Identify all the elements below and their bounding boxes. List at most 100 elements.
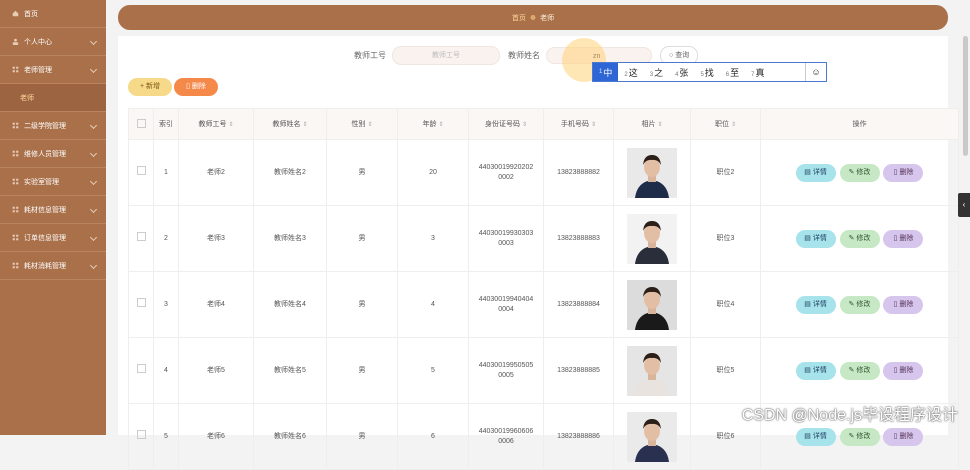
detail-button[interactable]: ▤ 详情 <box>795 163 836 182</box>
sidebar-subitem-teacher[interactable]: 老师 <box>0 84 106 112</box>
teacher-photo <box>627 279 677 330</box>
cell-teacher-no: 老师6 <box>178 403 254 470</box>
col-header[interactable]: 性别 ⇕ <box>326 108 398 140</box>
cell-teacher-no: 老师5 <box>178 337 254 404</box>
ime-candidate[interactable]: 1中 <box>593 63 619 81</box>
cell-index: 5 <box>153 403 179 470</box>
cell-id-number: 44030019950505 0005 <box>468 337 544 404</box>
chevron-down-icon <box>89 149 98 158</box>
cell-teacher-no: 老师3 <box>178 205 254 272</box>
cell-age: 3 <box>397 205 469 272</box>
ime-candidate[interactable]: 6至 <box>720 66 745 79</box>
cell-sex: 男 <box>326 205 398 272</box>
add-button[interactable]: + 新增 <box>128 78 172 96</box>
sort-icon: ⇕ <box>730 122 737 128</box>
cell-sex: 男 <box>326 139 398 206</box>
teacher-photo <box>627 411 677 462</box>
sidebar-item-profile[interactable]: 个人中心 <box>0 28 106 56</box>
edit-icon: ✎ <box>848 234 855 242</box>
cell-id-number: 44030019940404 0004 <box>468 271 544 338</box>
row-checkbox[interactable] <box>128 139 154 206</box>
sidebar-item-college[interactable]: 二级学院管理 <box>0 112 106 140</box>
cell-index: 3 <box>153 271 179 338</box>
cell-position: 职位2 <box>690 139 761 206</box>
sort-icon: ⇕ <box>302 122 308 128</box>
delete-button[interactable]: ▯ 删除 <box>883 427 924 446</box>
ime-candidate[interactable]: 5找 <box>694 66 719 79</box>
edit-icon: ✎ <box>848 432 855 440</box>
sidebar-item-lab[interactable]: 实验室管理 <box>0 168 106 196</box>
table-row: 1 老师2 教师姓名2 男 20 44030019920202 0002 1382… <box>128 139 959 206</box>
col-header[interactable]: 职位 ⇕ <box>690 108 761 140</box>
cell-phone: 13823888882 <box>543 139 614 206</box>
detail-button[interactable]: ▤ 详情 <box>795 295 836 314</box>
delete-button[interactable]: ▯ 删除 <box>883 229 924 248</box>
sidebar-item-consumable[interactable]: 耗材信息管理 <box>0 196 106 224</box>
sidebar-item-home[interactable]: 首页 <box>0 0 106 28</box>
trash-icon: ▯ <box>893 300 898 308</box>
detail-button[interactable]: ▤ 详情 <box>795 427 836 446</box>
sidebar-item-label: 老师管理 <box>24 66 52 74</box>
row-checkbox[interactable] <box>128 337 154 404</box>
row-checkbox[interactable] <box>128 205 154 272</box>
col-header: 操作 <box>760 108 959 140</box>
sidebar-item-teacher-manage[interactable]: 老师管理 <box>0 56 106 84</box>
ime-candidate[interactable]: 7真 <box>745 66 770 79</box>
trash-icon: ▯ <box>893 432 898 440</box>
cell-teacher-name: 教师姓名3 <box>253 205 327 272</box>
col-header[interactable]: 相片 ⇕ <box>613 108 691 140</box>
sidebar-item-orders[interactable]: 订单信息管理 <box>0 224 106 252</box>
row-checkbox[interactable] <box>128 271 154 338</box>
chevron-down-icon <box>89 205 98 214</box>
sidebar-item-label: 首页 <box>24 10 38 18</box>
edit-icon: ✎ <box>848 168 855 176</box>
sidebar-item-repair[interactable]: 维修人员管理 <box>0 140 106 168</box>
ime-candidate[interactable]: 3之 <box>644 66 669 79</box>
query-button-label: 查询 <box>675 52 690 59</box>
select-all-checkbox[interactable] <box>128 108 154 140</box>
delete-button[interactable]: ▯ 删除 <box>883 295 924 314</box>
grid-icon <box>12 206 19 213</box>
trash-icon: ▯ <box>893 366 898 374</box>
grid-icon <box>12 262 19 269</box>
teacher-photo <box>627 213 677 264</box>
batch-delete-button[interactable]: ▯ 删除 <box>174 78 218 96</box>
ime-candidate[interactable]: 4张 <box>669 66 694 79</box>
delete-button[interactable]: ▯ 删除 <box>883 163 924 182</box>
cell-phone: 13823888883 <box>543 205 614 272</box>
sidebar-item-label: 维修人员管理 <box>24 150 66 158</box>
col-header[interactable]: 身份证号码 ⇕ <box>468 108 544 140</box>
breadcrumb-home[interactable]: 首页 <box>512 13 526 23</box>
sidebar-item-consumption[interactable]: 耗材消耗管理 <box>0 252 106 280</box>
edit-button[interactable]: ✎ 修改 <box>839 163 880 182</box>
col-header[interactable]: 手机号码 ⇕ <box>543 108 614 140</box>
edit-button[interactable]: ✎ 修改 <box>839 427 880 446</box>
collapse-tab-icon[interactable]: ‹ <box>958 193 970 217</box>
edit-button[interactable]: ✎ 修改 <box>839 361 880 380</box>
col-header[interactable]: 年龄 ⇕ <box>397 108 469 140</box>
edit-button[interactable]: ✎ 修改 <box>839 229 880 248</box>
breadcrumb-current: 老师 <box>540 14 555 22</box>
teacher-photo <box>627 147 677 198</box>
breadcrumb-separator-icon: ☸ <box>529 14 537 22</box>
ime-candidate[interactable]: 2这 <box>618 66 643 79</box>
col-header[interactable]: 教师姓名 ⇕ <box>253 108 327 140</box>
cell-position: 职位4 <box>690 271 761 338</box>
emoji-icon[interactable]: ☺ <box>805 63 826 81</box>
ime-candidate-bar[interactable]: 1中 2这 3之 4张 5找 6至 7真 ☺ <box>592 62 827 82</box>
delete-button[interactable]: ▯ 删除 <box>883 361 924 380</box>
teacher-no-input[interactable]: 教师工号 <box>392 46 500 65</box>
edit-button[interactable]: ✎ 修改 <box>839 295 880 314</box>
scrollbar[interactable] <box>963 36 968 156</box>
sort-icon: ⇕ <box>590 122 597 128</box>
grid-icon <box>12 150 19 157</box>
detail-button[interactable]: ▤ 详情 <box>795 229 836 248</box>
col-header: 索引 <box>153 108 179 140</box>
chevron-down-icon <box>89 65 98 74</box>
row-checkbox[interactable] <box>128 403 154 470</box>
cell-teacher-name: 教师姓名6 <box>253 403 327 470</box>
detail-button[interactable]: ▤ 详情 <box>795 361 836 380</box>
cell-actions: ▤ 详情 ✎ 修改 ▯ 删除 <box>760 271 959 338</box>
col-header[interactable]: 教师工号 ⇕ <box>178 108 254 140</box>
cell-sex: 男 <box>326 403 398 470</box>
